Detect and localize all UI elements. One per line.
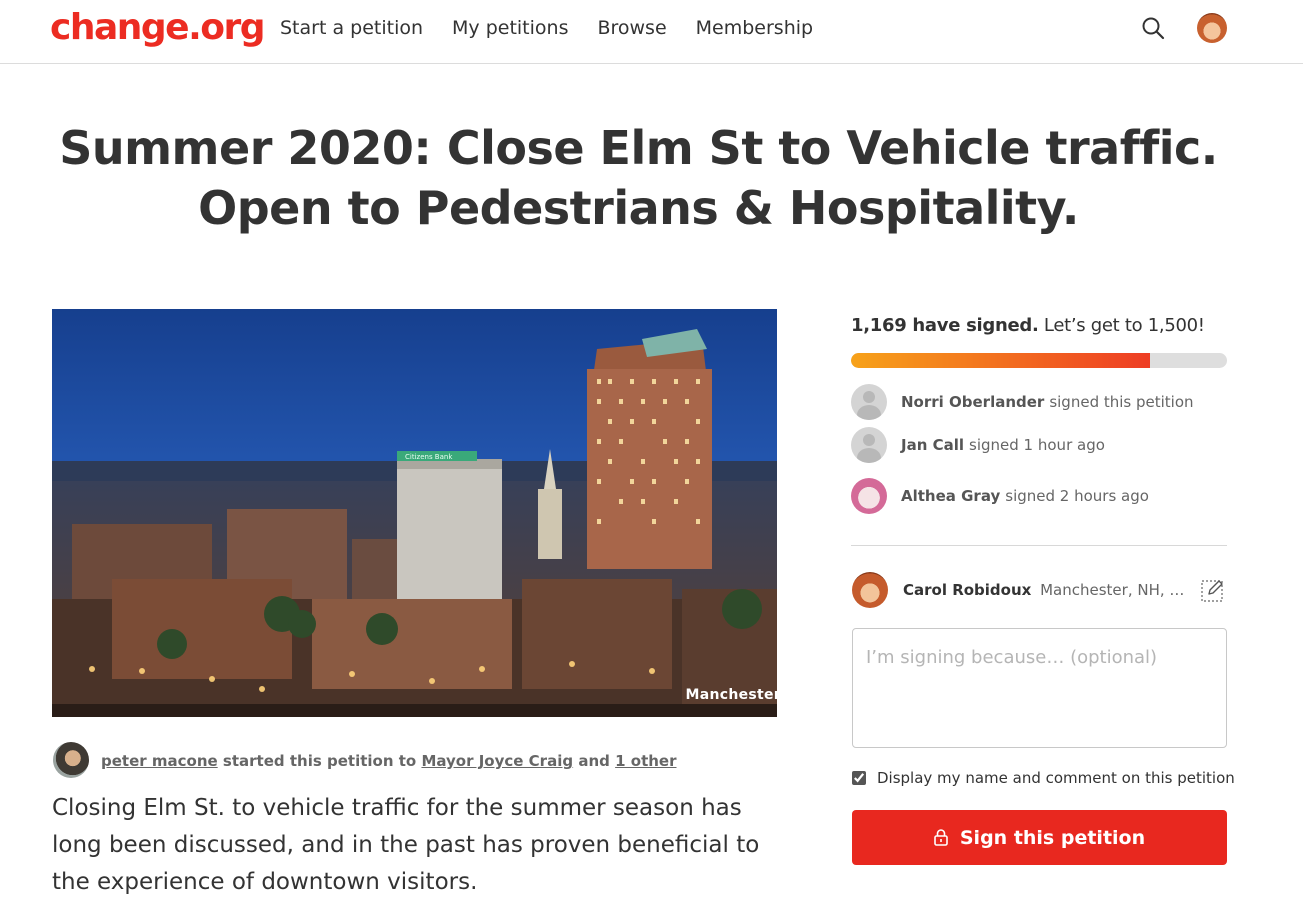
petition-hero-image: Citizens Bank Manchester <box>52 309 777 717</box>
image-caption: Manchester <box>685 687 777 703</box>
signature-progress-bar <box>851 353 1227 368</box>
current-user-info: Carol Robidoux Manchester, NH, Unit… <box>903 580 1188 600</box>
signer-action: signed 2 hours ago <box>1005 487 1149 505</box>
display-name-checkbox[interactable] <box>852 771 866 785</box>
divider <box>851 545 1227 546</box>
starter-avatar[interactable] <box>53 742 89 778</box>
nav-membership[interactable]: Membership <box>696 16 813 40</box>
current-user-name: Carol Robidoux <box>903 581 1032 599</box>
starter-name-link[interactable]: peter macone <box>101 752 218 770</box>
sign-petition-button[interactable]: Sign this petition <box>852 810 1227 865</box>
default-avatar-icon <box>851 384 887 420</box>
nav-browse[interactable]: Browse <box>597 16 666 40</box>
signing-reason-textarea[interactable] <box>852 628 1227 748</box>
recent-signer: Althea Gray signed 2 hours ago <box>851 478 1149 514</box>
decision-maker-link[interactable]: Mayor Joyce Craig <box>421 752 573 770</box>
goal-text: Let’s get to 1,500! <box>1043 315 1205 336</box>
signed-count-text: 1,169 have signed. <box>851 315 1039 336</box>
signer-name: Althea Gray <box>901 487 1001 505</box>
nav-my-petitions[interactable]: My petitions <box>452 16 568 40</box>
nav-start-petition[interactable]: Start a petition <box>280 16 423 40</box>
recent-signer: Norri Oberlander signed this petition <box>851 384 1194 420</box>
sign-petition-label: Sign this petition <box>959 826 1146 849</box>
signer-action: signed this petition <box>1049 393 1194 411</box>
change-org-logo[interactable]: change.org <box>50 6 266 50</box>
display-name-checkbox-label: Display my name and comment on this peti… <box>877 769 1235 787</box>
started-text: started this petition to <box>222 752 417 770</box>
current-user-location: Manchester, NH, Unit… <box>1040 581 1188 599</box>
petition-title: Summer 2020: Close Elm St to Vehicle tra… <box>59 121 1218 235</box>
photo-avatar <box>851 478 887 514</box>
signature-progress-fill <box>851 353 1150 368</box>
and-text: and <box>578 752 610 770</box>
signer-name: Jan Call <box>901 436 965 454</box>
lock-icon <box>934 829 948 846</box>
recent-signer: Jan Call signed 1 hour ago <box>851 427 1105 463</box>
signature-count: 1,169 have signed. Let’s get to 1,500! <box>851 314 1205 338</box>
display-name-option[interactable]: Display my name and comment on this peti… <box>852 769 1235 787</box>
default-avatar-icon <box>851 427 887 463</box>
signer-name: Norri Oberlander <box>901 393 1045 411</box>
edit-icon[interactable] <box>1200 577 1226 603</box>
other-decision-makers-link[interactable]: 1 other <box>615 752 676 770</box>
signer-action: signed 1 hour ago <box>969 436 1105 454</box>
petition-starter-line: peter macone started this petition to Ma… <box>101 751 677 771</box>
current-user-avatar <box>852 572 888 608</box>
top-navigation-bar: change.org Start a petition My petitions… <box>0 0 1303 64</box>
image-sign-text: Citizens Bank <box>405 453 453 461</box>
search-icon[interactable] <box>1141 16 1165 40</box>
account-avatar[interactable] <box>1197 13 1227 43</box>
main-nav: Start a petition My petitions Browse Mem… <box>280 16 813 40</box>
petition-description: Closing Elm St. to vehicle traffic for t… <box>52 795 760 895</box>
